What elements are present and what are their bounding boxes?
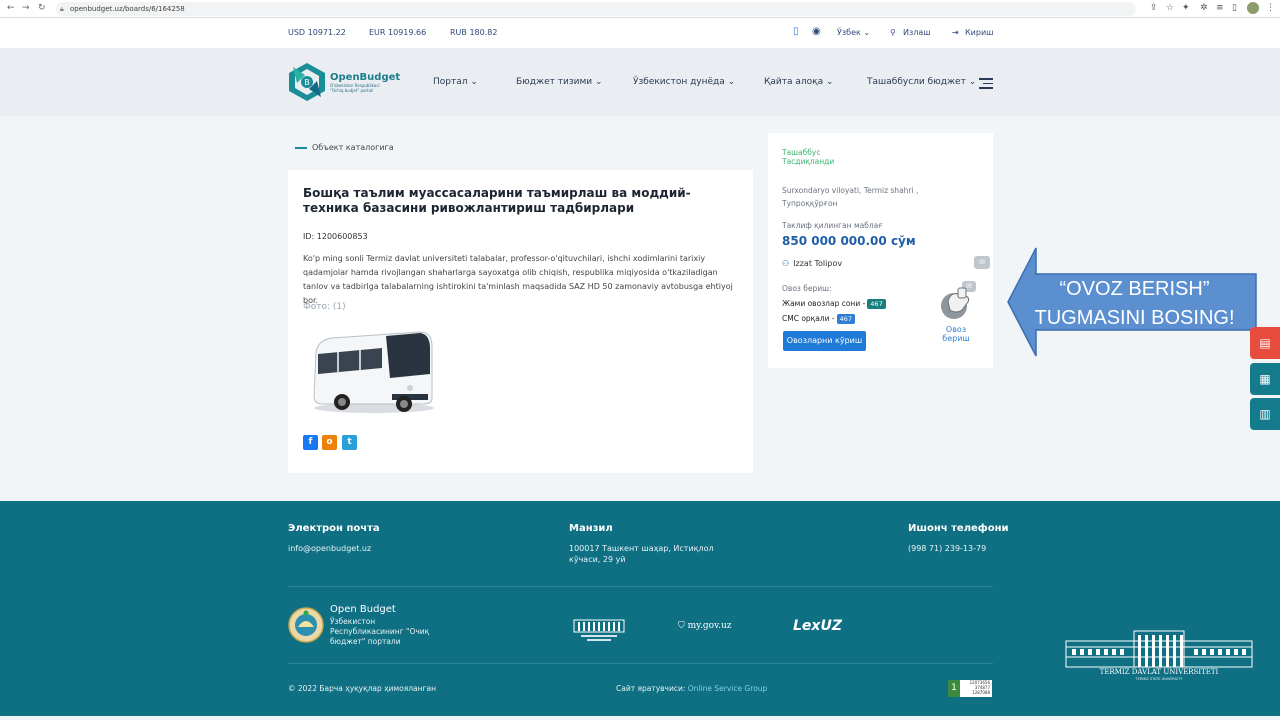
footer-copyright: © 2022 Барча ҳуқуқлар ҳимояланган	[288, 684, 436, 693]
vote-button[interactable]: Овоз бериш	[940, 325, 972, 343]
project-description: Ko'p ming sonli Termiz davlat universite…	[303, 254, 733, 305]
facebook-share-icon[interactable]: f	[303, 435, 318, 450]
partner-lexuz[interactable]: LexUZ	[793, 618, 842, 634]
back-icon[interactable]: ←	[7, 3, 15, 13]
sms-votes-row: СМС орқали -467	[782, 314, 855, 324]
browser-toolbar: ← → ↻ 🔒︎ openbudget.uz/boards/6/164258 ⇪…	[0, 0, 1280, 18]
language-select[interactable]: Ўзбек ⌄	[837, 28, 870, 37]
partner-mygov[interactable]: ⛉ my.gov.uz	[678, 621, 732, 631]
forward-icon[interactable]: →	[22, 3, 30, 13]
sms-votes-badge: 467	[836, 314, 855, 324]
status-label: Ташаббус	[782, 148, 821, 157]
breadcrumb-line	[295, 147, 307, 149]
total-votes-row: Жами овозлар сони -467	[782, 299, 886, 309]
author-name: Izzat Tolipov	[793, 259, 843, 268]
logo-subtitle: O'zbekiston Respublikasi "Ochiq budjet" …	[330, 83, 380, 93]
usd-rate: USD 10971.22	[288, 28, 346, 37]
rub-rate: RUB 180.82	[450, 28, 498, 37]
photo-label: Фото: (1)	[303, 302, 346, 312]
openbudget-logo-icon[interactable]: B	[287, 61, 327, 103]
currency-bar: USD 10971.22 EUR 10919.66 RUB 180.82 ▯ ◉…	[0, 18, 1280, 49]
login-link[interactable]: Кириш	[965, 28, 993, 37]
user-icon: ⚇	[782, 259, 790, 268]
vote-hand-icon[interactable]	[938, 282, 974, 322]
logo-name: OpenBudget	[330, 72, 401, 83]
footer-phone[interactable]: (998 71) 239-13-79	[908, 543, 986, 554]
nav-portal[interactable]: Портал ⌄	[433, 77, 478, 87]
mygov-shield-icon: ⛉	[678, 621, 685, 631]
partner-logo-1[interactable]	[573, 618, 625, 642]
footer-ob-title: Open Budget	[330, 604, 396, 615]
sidepanel-icon[interactable]: ▯	[1232, 3, 1237, 13]
footer-divider-2	[288, 663, 993, 664]
url-text: openbudget.uz/boards/6/164258	[70, 5, 185, 13]
footer-divider	[288, 586, 993, 587]
menu-icon[interactable]: ⋮	[1266, 3, 1275, 13]
amount-label: Таклиф қилинган маблағ	[782, 221, 883, 230]
eur-rate: EUR 10919.66	[369, 28, 427, 37]
project-title: Бошқа таълим муассасаларини таъмирлаш ва…	[303, 186, 691, 215]
search-link[interactable]: Излаш	[903, 28, 931, 37]
author: ⚇ Izzat Tolipov	[782, 259, 842, 268]
made-by-link[interactable]: Online Service Group	[688, 684, 768, 693]
footer-address-title: Манзил	[569, 523, 613, 534]
footer-made-by: Сайт яратувчиси: Online Service Group	[616, 684, 768, 693]
floating-report-icon[interactable]: ▤	[1250, 327, 1280, 359]
login-icon[interactable]: ⇥	[952, 28, 959, 37]
amount-value: 850 000 000.00 сўм	[782, 234, 916, 248]
state-emblem-icon	[288, 607, 324, 643]
chat-bubble-icon: ✉	[974, 256, 990, 269]
readinglist-icon[interactable]: ≡	[1216, 3, 1224, 13]
lock-icon: 🔒︎	[60, 5, 64, 13]
share-icon[interactable]: ⇪	[1150, 3, 1158, 13]
university-name: TERMIZ DAVLAT UNIVERSITETI	[1099, 668, 1219, 676]
bus-photo[interactable]	[308, 322, 436, 416]
footer-phone-title: Ишонч телефони	[908, 523, 1009, 534]
profile-avatar[interactable]	[1247, 2, 1259, 14]
search-icon[interactable]: ⚲	[890, 28, 896, 37]
floating-stats-icon[interactable]: ▦	[1250, 363, 1280, 395]
nav-feedback[interactable]: Қайта алоқа ⌄	[764, 77, 834, 87]
project-id: ID: 1200600853	[303, 232, 368, 241]
nav-uzbekistan-world[interactable]: Ўзбекистон дунёда ⌄	[633, 77, 735, 87]
annotation-text: “OVOZ BERISH” TUGMASINI BOSING!	[1034, 278, 1235, 329]
odnoklassniki-share-icon[interactable]: o	[322, 435, 337, 450]
extensions-icon[interactable]: ✲	[1200, 3, 1208, 13]
address-bar[interactable]: 🔒︎ openbudget.uz/boards/6/164258	[56, 2, 1136, 16]
counter-mark: 1	[948, 680, 960, 697]
svg-text:B: B	[304, 78, 310, 87]
status-value: Тасдиқланди	[782, 157, 835, 166]
eye-icon[interactable]: ◉	[812, 26, 821, 37]
footer-email-title: Электрон почта	[288, 523, 380, 534]
footer-email[interactable]: info@openbudget.uz	[288, 543, 371, 554]
nav-budget-system[interactable]: Бюджет тизими ⌄	[516, 77, 603, 87]
project-location: Surxondaryo viloyati, Termiz shahri , Ту…	[782, 186, 919, 208]
hamburger-menu-icon[interactable]	[979, 78, 993, 89]
reload-icon[interactable]: ↻	[38, 3, 46, 13]
breadcrumb-link[interactable]: Объект каталогига	[312, 143, 394, 152]
footer-address: 100017 Ташкент шаҳар, Истиқлол кўчаси, 2…	[569, 544, 714, 564]
view-votes-button[interactable]: Овозларни кўриш	[783, 331, 866, 351]
extension-icon[interactable]: ✦	[1182, 3, 1190, 13]
footer-ob-subtitle: Ўзбекистон Республикасининг "Очиқ бюджет…	[330, 617, 430, 646]
visit-counter[interactable]: 1 12073656 374877 1287088	[948, 680, 992, 697]
bookmark-icon[interactable]: ☆	[1166, 3, 1174, 13]
total-votes-badge: 467	[867, 299, 886, 309]
logo-text[interactable]: OpenBudget O'zbekiston Respublikasi "Och…	[330, 72, 400, 93]
floating-docs-icon[interactable]: ▥	[1250, 398, 1280, 430]
telegram-share-icon[interactable]: t	[342, 435, 357, 450]
mobile-icon[interactable]: ▯	[793, 26, 799, 37]
nav-initiative-budget[interactable]: Ташаббусли бюджет ⌄	[867, 77, 976, 87]
votes-label: Овоз бериш:	[782, 284, 832, 293]
university-name-en: TERMIZ STATE UNIVERSITY	[1135, 677, 1183, 681]
